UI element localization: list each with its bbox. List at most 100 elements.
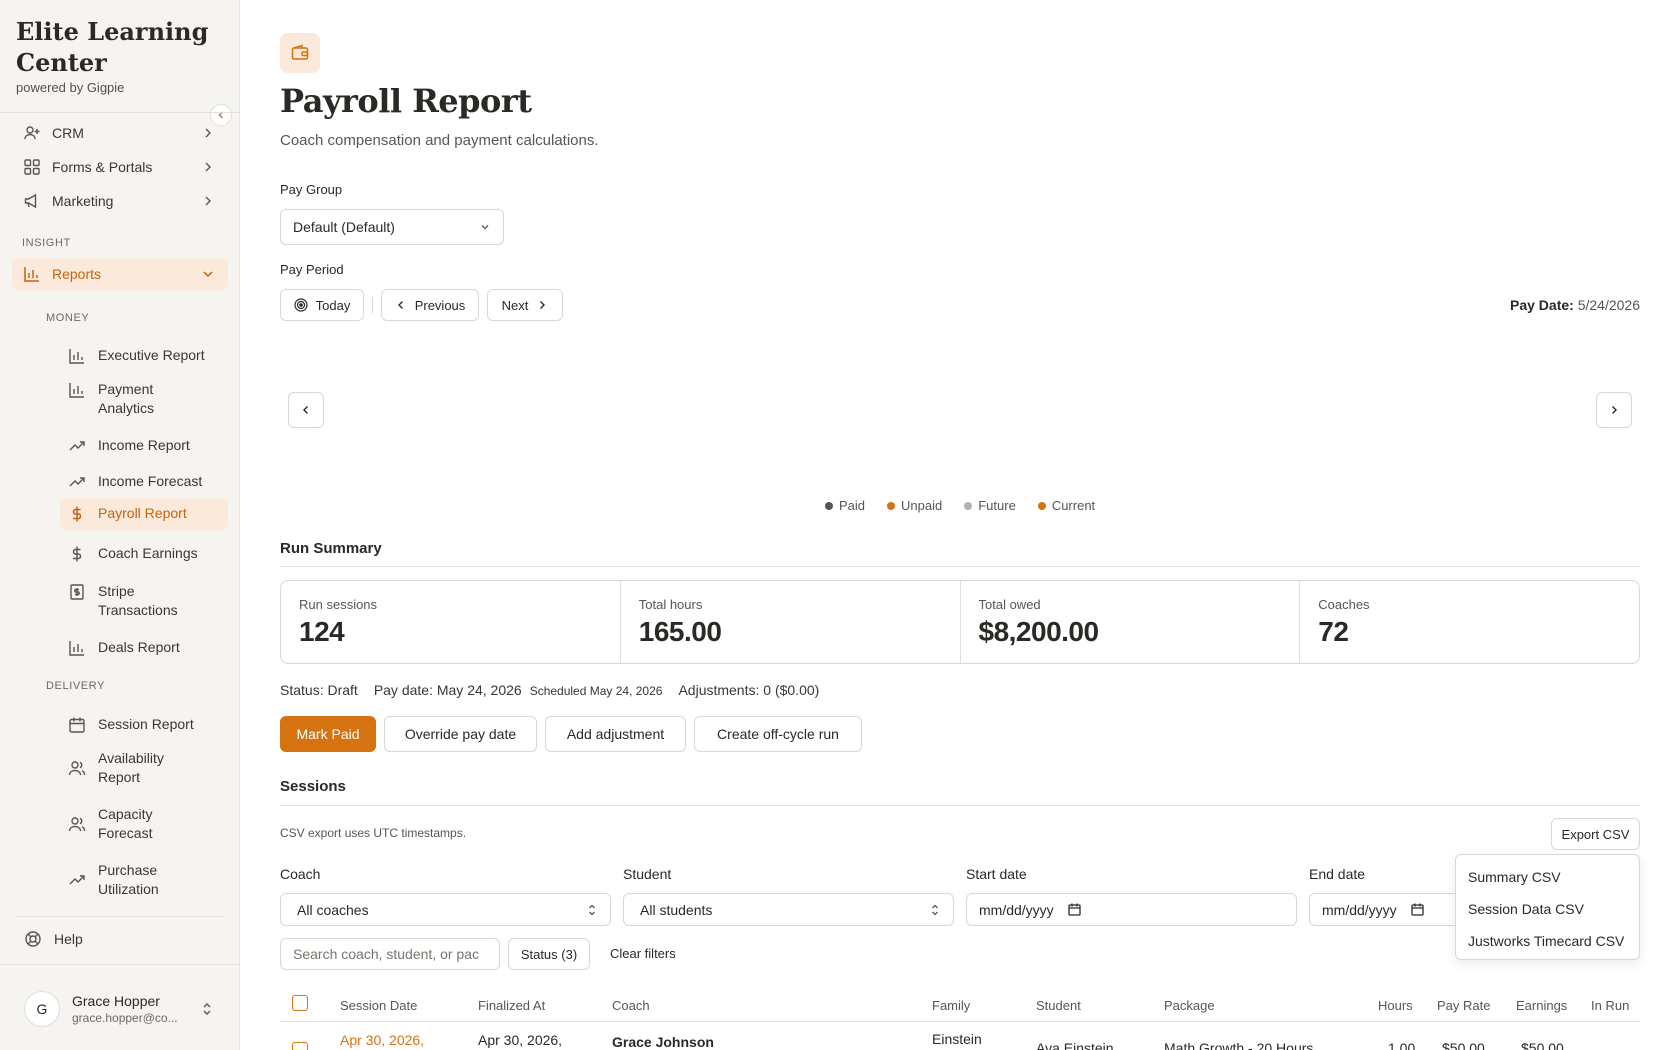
sidebar-item-label: Capacity Forecast — [98, 806, 153, 841]
select-all-checkbox[interactable] — [292, 995, 308, 1011]
sidebar-item-marketing[interactable]: Marketing — [12, 185, 228, 217]
chevron-left-icon — [303, 406, 308, 414]
sidebar-item-payment-analytics[interactable]: Payment Analytics — [60, 374, 228, 424]
table-row[interactable]: Apr 30, 2026, Apr 30, 2026, Grace Johnso… — [280, 1022, 1640, 1050]
mark-paid-button[interactable]: Mark Paid — [280, 716, 376, 752]
run-scheduled: Scheduled May 24, 2026 — [529, 684, 663, 698]
legend-item-current: Current — [1037, 498, 1096, 513]
next-button[interactable]: Next — [487, 289, 563, 321]
today-button[interactable]: Today — [280, 289, 364, 321]
divider — [280, 566, 1640, 567]
session-date-link[interactable]: Apr 30, 2026, — [340, 1032, 424, 1048]
student-name: Ava Einstein — [1036, 1040, 1114, 1050]
sidebar-item-session-report[interactable]: Session Report — [60, 709, 228, 740]
row-checkbox[interactable] — [292, 1042, 308, 1050]
grid-icon — [22, 157, 42, 177]
override-pay-date-button[interactable]: Override pay date — [384, 716, 537, 752]
legend-label: Unpaid — [901, 498, 943, 513]
search-input[interactable] — [280, 938, 500, 970]
chevron-down-icon — [203, 271, 213, 278]
column-header[interactable]: In Run — [1591, 998, 1629, 1013]
sidebar-item-label: Reports — [52, 266, 102, 282]
sidebar-divider — [16, 916, 224, 917]
export-csv-button[interactable]: Export CSV — [1551, 818, 1640, 850]
sidebar-item-label: Income Report — [98, 437, 190, 453]
coach-filter-select[interactable]: All coaches — [280, 893, 611, 926]
sidebar-item-label: Payment Analytics — [98, 381, 155, 416]
column-header[interactable]: Package — [1164, 998, 1215, 1013]
create-off-cycle-run-button[interactable]: Create off-cycle run — [694, 716, 862, 752]
pay-date-display: Pay Date: 5/24/2026 — [1510, 297, 1640, 313]
sidebar-item-crm[interactable]: CRM — [12, 117, 228, 149]
target-icon — [294, 298, 308, 312]
sidebar-item-reports[interactable]: Reports — [12, 258, 228, 290]
sidebar-item-income-forecast[interactable]: Income Forecast — [60, 466, 228, 497]
bar-chart-icon — [69, 349, 84, 364]
carousel-next-button[interactable] — [1596, 392, 1632, 428]
sidebar-item-purchase-utilization[interactable]: Purchase Utilization — [60, 855, 228, 905]
legend-dot — [964, 502, 973, 510]
sessions-title: Sessions — [280, 778, 346, 795]
pay-period-label: Pay Period — [280, 262, 344, 277]
column-header[interactable]: Earnings — [1516, 998, 1567, 1013]
today-label: Today — [315, 297, 351, 313]
previous-button[interactable]: Previous — [381, 289, 479, 321]
column-header[interactable]: Session Date — [340, 998, 417, 1013]
avatar: G — [24, 991, 60, 1027]
section-label-insight: INSIGHT — [22, 237, 71, 249]
clear-filters-button[interactable]: Clear filters — [610, 946, 676, 961]
end-date-label: End date — [1309, 866, 1366, 882]
sidebar-item-deals-report[interactable]: Deals Report — [60, 632, 228, 663]
brand: Elite Learning Center powered by Gigpie — [16, 16, 216, 95]
add-adjustment-button[interactable]: Add adjustment — [545, 716, 686, 752]
sidebar-item-forms-portals[interactable]: Forms & Portals — [12, 151, 228, 183]
end-date-value: mm/dd/yyyy — [1322, 901, 1397, 918]
sidebar-item-executive-report[interactable]: Executive Report — [60, 340, 228, 371]
column-header[interactable]: Coach — [612, 998, 650, 1013]
column-header[interactable]: Finalized At — [478, 998, 545, 1013]
sidebar-item-payroll-report[interactable]: Payroll Report — [60, 498, 228, 530]
chevrons-up-down-icon — [589, 904, 595, 915]
stat-value: 72 — [1318, 616, 1349, 647]
section-label-money: MONEY — [46, 312, 90, 324]
sidebar-item-coach-earnings[interactable]: Coach Earnings — [60, 538, 228, 569]
menu-item-session-data-csv[interactable]: Session Data CSV — [1456, 893, 1639, 925]
legend-label: Paid — [839, 498, 866, 513]
menu-item-summary-csv[interactable]: Summary CSV — [1456, 861, 1639, 893]
legend-label: Current — [1051, 498, 1096, 513]
stat-coaches: Coaches 72 — [1300, 581, 1639, 663]
column-header[interactable]: Pay Rate — [1437, 998, 1490, 1013]
sidebar-item-label: Availability Report — [98, 750, 164, 785]
chevron-left-icon — [397, 301, 403, 309]
sidebar-item-label: Marketing — [52, 193, 114, 209]
sidebar-item-capacity-forecast[interactable]: Capacity Forecast — [60, 799, 228, 849]
start-date-input[interactable]: mm/dd/yyyy — [966, 893, 1297, 926]
pay-group-select[interactable]: Default (Default) — [280, 209, 504, 245]
carousel-prev-button[interactable] — [288, 392, 324, 428]
column-header[interactable]: Hours — [1378, 998, 1413, 1013]
package-name: Math Growth - 20 Hours — [1164, 1040, 1314, 1050]
status-filter-button[interactable]: Status (3) — [508, 938, 590, 970]
pay-rate: $50.00 — [1442, 1040, 1485, 1050]
trending-up-icon — [69, 875, 85, 885]
sidebar-item-help[interactable]: Help — [24, 930, 83, 948]
column-header[interactable]: Family — [932, 998, 970, 1013]
legend-label: Future — [978, 498, 1016, 513]
bar-chart-icon — [69, 383, 84, 398]
legend-item-paid: Paid — [825, 498, 865, 513]
sidebar-item-label: Session Report — [98, 716, 194, 732]
student-filter-select[interactable]: All students — [623, 893, 954, 926]
menu-item-justworks-timecard-csv[interactable]: Justworks Timecard CSV — [1456, 925, 1639, 957]
megaphone-icon — [22, 191, 42, 211]
chevrons-up-down-icon — [203, 1003, 211, 1015]
sidebar-item-income-report[interactable]: Income Report — [60, 430, 228, 461]
sidebar-item-label: Stripe Transactions — [98, 583, 178, 618]
pay-group-label: Pay Group — [280, 182, 343, 197]
chevron-right-icon — [205, 128, 211, 138]
user-menu[interactable]: G Grace Hopper grace.hopper@co... — [0, 964, 239, 1050]
export-csv-menu: Summary CSV Session Data CSV Justworks T… — [1455, 854, 1640, 960]
column-header[interactable]: Student — [1036, 998, 1081, 1013]
earnings: $50.00 — [1521, 1040, 1564, 1050]
sidebar-item-availability-report[interactable]: Availability Report — [60, 743, 228, 793]
sidebar-item-stripe-transactions[interactable]: Stripe Transactions — [60, 576, 228, 626]
